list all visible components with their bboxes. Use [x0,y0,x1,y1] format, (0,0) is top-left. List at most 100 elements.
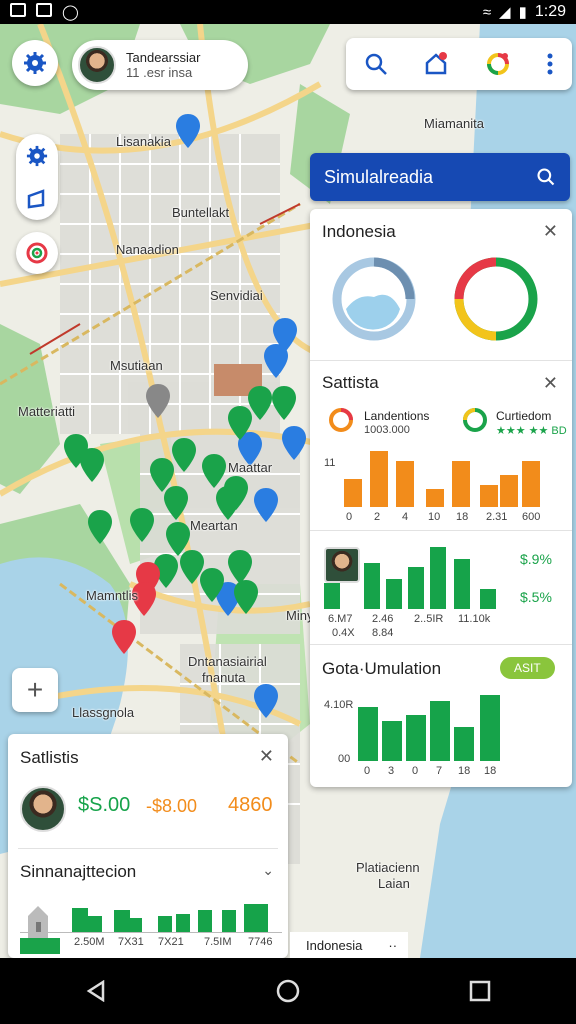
gear-icon[interactable] [26,145,48,167]
bar [222,910,236,932]
building-icon [20,906,60,954]
signal-icon: ◢ [499,4,511,21]
x-tick: 7X31 [118,936,144,948]
close-icon[interactable]: ✕ [543,373,558,394]
bar [480,485,498,507]
x-tick: 2.46 [372,613,394,625]
chevron-down-icon[interactable]: ⌄ [262,862,274,879]
notification-icon [10,3,26,17]
map-label: Miamanita [424,116,484,131]
bar [176,914,190,932]
status-bar: ◯ ≈ ◢ ▮ 1:29 [0,0,576,24]
bar [426,489,444,507]
profile-name: Tandearssiar [126,50,201,65]
recents-icon[interactable] [469,980,491,1002]
x-tick: 4 [402,511,409,523]
bar [358,707,378,761]
profile-card[interactable]: Tandearssiar 11 .esr insa [72,40,248,90]
x-tick: 7.5IM [204,936,232,948]
x-tick: 2.50M [74,936,105,948]
x-tick: 0 [412,765,419,777]
chip-label: Indonesia [306,937,363,953]
home-icon[interactable] [276,979,300,1003]
bar [396,461,414,507]
search-bar[interactable]: Simulalreadia [310,153,570,201]
bar [158,916,172,932]
bar [88,916,102,932]
bar [452,461,470,507]
close-icon[interactable]: ✕ [259,746,274,767]
layers-icon[interactable] [26,188,48,210]
x-tick: 2 [374,511,381,523]
bar [364,563,380,609]
chart-ring-icon[interactable] [485,51,511,77]
x-tick: 3 [388,765,395,777]
y-tick: 00 [338,753,351,765]
bar [500,475,518,507]
battery-icon: ▮ [518,4,527,21]
bar [480,589,496,609]
chip-dots: ·· [388,937,398,953]
bar [244,904,268,932]
more-vert-icon[interactable] [546,52,554,76]
map-label: Senvidiai [210,288,263,303]
legend-sub: ★★★ ★★ BD [496,425,567,437]
asit-badge[interactable]: ASIT [500,657,555,679]
sattista-section: Sattista ✕ Landentions 1003.000 Curtiedo… [310,361,572,531]
image-icon [36,3,52,17]
legend-label: Curtiedom [496,409,552,423]
x-tick: 0.4X [332,627,355,639]
bar [522,461,540,507]
x-tick: 2..5IR [414,613,444,625]
search-icon[interactable] [364,52,388,76]
y-axis-label: 11 [324,457,336,469]
satlistis-title: Satlistis [20,748,79,767]
map-label: Llassgnola [72,705,135,720]
map-label: Lisanakia [116,134,171,149]
bar [72,908,88,932]
green-chart-section: $.9% $.5% 6.M7 2.46 2..5IR 11.10k 0.4X 8… [310,531,572,645]
avatar [20,786,66,832]
bar [198,910,212,932]
y-tick: 4.10R [324,699,354,711]
stat-value: $S.00 [78,794,131,816]
home-icon[interactable] [423,51,449,77]
satlistis-panel: Satlistis ✕ $S.00 -$8.00 4860 Sinnanajtt… [8,734,288,958]
donut-legend-icon [329,408,353,432]
percent-value: $.5% [520,589,552,605]
section-title: Sinnanajttecion [20,862,137,881]
mini-bar-chart [72,902,272,932]
close-icon[interactable]: ✕ [543,221,558,242]
map-label: Mamntlis [86,588,139,603]
x-tick: 18 [458,765,471,777]
x-tick: 0 [364,765,371,777]
map-label: Platiacienn [356,860,420,875]
bar [408,567,424,609]
target-button[interactable] [16,232,58,274]
zoom-in-button[interactable]: + [12,668,58,712]
profile-subtitle: 11 .esr insa [126,65,193,80]
indonesia-section: Indonesia ✕ [310,209,572,361]
top-toolbar [346,38,572,90]
gota-section: Gota·Umulation ASIT 4.10R 00 0 3 0 7 18 … [310,645,572,787]
sync-icon: ◯ [62,4,79,21]
orange-bar-chart [344,449,544,507]
map-label: Meartan [190,518,238,533]
x-tick: 11.10k [458,613,491,625]
back-icon[interactable] [85,980,107,1002]
donut-charts [332,257,538,341]
map-label: Nanaadion [116,242,179,257]
plus-icon: + [26,674,44,705]
location-chip[interactable]: Indonesia ·· [290,932,408,958]
navigation-bar [0,958,576,1024]
search-icon[interactable] [536,167,556,187]
bar [114,910,130,932]
stat-value: 4860 [228,794,273,816]
axis-line [20,932,282,933]
map-label: Maattar [228,460,273,475]
x-tick: 0 [346,511,353,523]
x-tick: 2.31 [486,511,508,523]
settings-button[interactable] [12,40,58,86]
divider [18,848,278,849]
bar [370,451,388,507]
